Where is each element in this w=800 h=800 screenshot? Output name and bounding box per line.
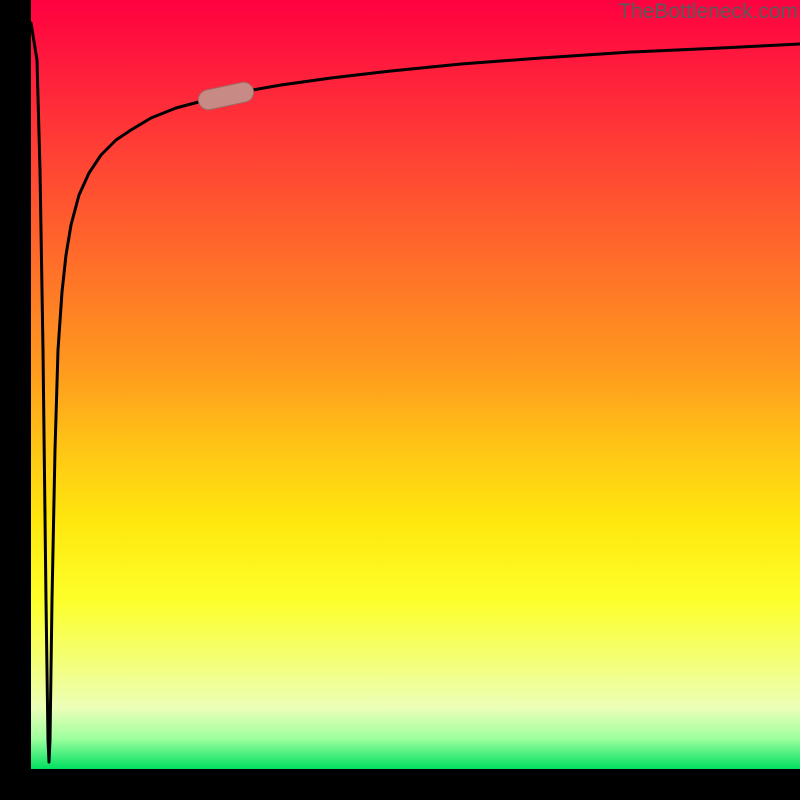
watermark-text: TheBottleneck.com (618, 0, 798, 24)
chart-stage: TheBottleneck.com (0, 0, 800, 800)
gradient-plot-area (31, 0, 800, 769)
